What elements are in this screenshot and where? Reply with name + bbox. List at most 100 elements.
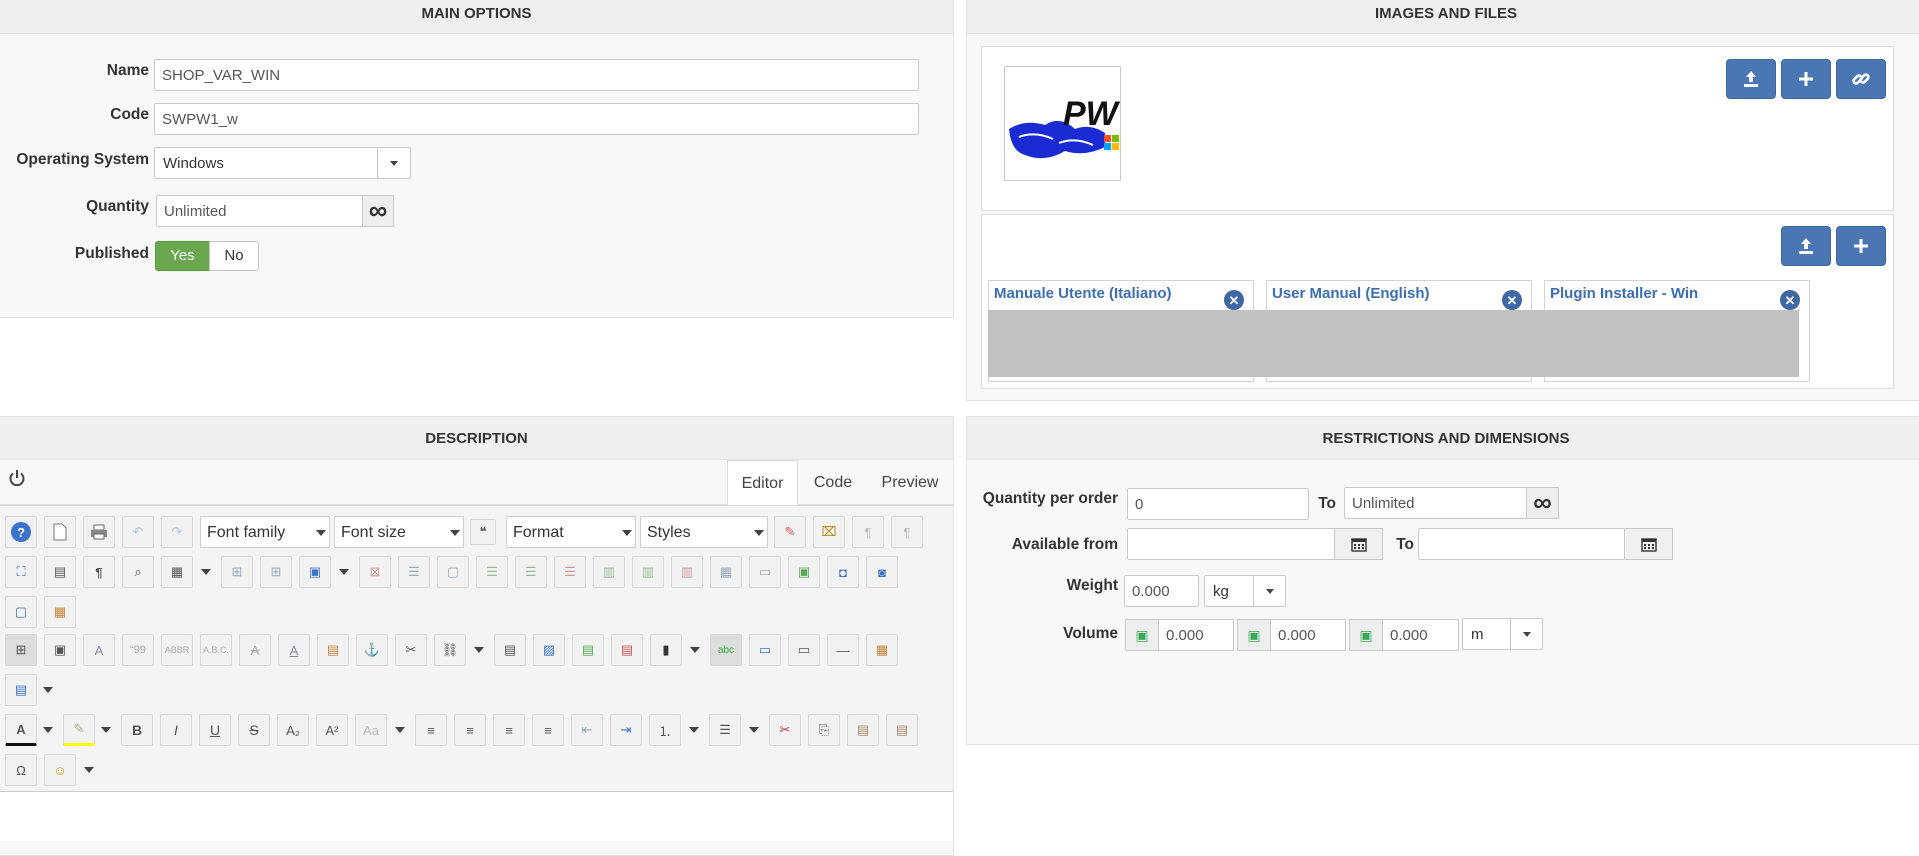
code-field[interactable] <box>154 103 919 135</box>
add-file-button[interactable] <box>1836 226 1886 266</box>
delete-col-icon[interactable]: ▥ <box>671 556 703 588</box>
absolute-icon[interactable]: ▢ <box>5 596 37 628</box>
volume-height-field[interactable] <box>1382 619 1459 651</box>
cut-icon[interactable]: ✂ <box>769 714 801 746</box>
read-more-icon[interactable]: ▭ <box>788 634 820 666</box>
chevron-down-icon[interactable] <box>337 556 351 588</box>
col-before-icon[interactable]: ▥ <box>593 556 625 588</box>
outdent-icon[interactable]: ⇤ <box>571 714 603 746</box>
remove-file-icon[interactable]: ▤ <box>611 634 643 666</box>
copy-icon[interactable]: ⎘ <box>808 714 840 746</box>
insert-col-after-icon[interactable]: ⊞ <box>260 556 292 588</box>
volume-width-field[interactable] <box>1270 619 1346 651</box>
align-right-icon[interactable]: ≡ <box>532 714 564 746</box>
insert-template-icon[interactable]: ▤ <box>5 674 37 706</box>
insert-layer-icon[interactable]: ▣ <box>788 556 820 588</box>
align-center-icon[interactable]: ≡ <box>454 714 486 746</box>
bold-icon[interactable]: B <box>121 714 153 746</box>
calendar-button[interactable] <box>1624 528 1673 560</box>
blocks-icon[interactable]: ▦ <box>866 634 898 666</box>
link-image-button[interactable] <box>1836 59 1886 99</box>
split-cells-icon[interactable]: ▭ <box>749 556 781 588</box>
file-name-link[interactable]: User Manual (English) <box>1272 285 1430 302</box>
row-icon[interactable]: ☰ <box>398 556 430 588</box>
chevron-down-icon[interactable] <box>687 714 701 746</box>
visual-aid-icon[interactable]: ⊞ <box>5 634 37 666</box>
font-size-select[interactable]: Font size <box>334 516 464 548</box>
paste-icon[interactable]: ▤ <box>847 714 879 746</box>
redo-icon[interactable]: ↷ <box>161 516 193 548</box>
text-color-icon[interactable]: A <box>5 714 37 746</box>
spellcheck-icon[interactable]: abc <box>710 634 742 666</box>
search-replace-icon[interactable]: ⌕ <box>122 556 154 588</box>
align-left-icon[interactable]: ≡ <box>493 714 525 746</box>
tab-preview[interactable]: Preview <box>874 460 946 505</box>
page-break-icon[interactable]: ▭ <box>749 634 781 666</box>
anchor-icon[interactable]: ⚓ <box>356 634 388 666</box>
name-field[interactable] <box>154 59 919 91</box>
chevron-down-icon[interactable] <box>393 714 407 746</box>
link-icon[interactable]: ⛓ <box>434 634 466 666</box>
chevron-down-icon[interactable] <box>688 634 702 666</box>
print-icon[interactable] <box>83 516 115 548</box>
insert-file-icon[interactable]: ▤ <box>572 634 604 666</box>
numbered-list-icon[interactable]: ⒈ <box>649 714 681 746</box>
file-name-link[interactable]: Plugin Installer - Win <box>1550 285 1698 302</box>
chevron-down-icon[interactable] <box>41 674 55 706</box>
italic-icon[interactable]: I <box>160 714 192 746</box>
row-before-icon[interactable]: ☰ <box>476 556 508 588</box>
weight-unit-select[interactable]: kg <box>1204 575 1286 607</box>
acronym-icon[interactable]: A.B.C. <box>200 634 232 666</box>
move-backward-icon[interactable]: ◙ <box>866 556 898 588</box>
text-case-icon[interactable]: Aa <box>355 714 387 746</box>
media-icon[interactable]: ▮ <box>650 634 682 666</box>
new-document-icon[interactable] <box>44 516 76 548</box>
chevron-down-icon[interactable] <box>472 634 486 666</box>
abbr-icon[interactable]: ABBR <box>161 634 193 666</box>
paste-text-icon[interactable]: ▤ <box>886 714 918 746</box>
font-family-select[interactable]: Font family <box>200 516 330 548</box>
ltr-icon[interactable]: ¶ <box>852 516 884 548</box>
unlink-icon[interactable]: ✂ <box>395 634 427 666</box>
available-from-field[interactable] <box>1127 528 1335 560</box>
cite-icon[interactable]: “99 <box>122 634 154 666</box>
bullet-list-icon[interactable]: ☰ <box>709 714 741 746</box>
chevron-down-icon[interactable] <box>747 714 761 746</box>
cell-icon[interactable]: ▢ <box>437 556 469 588</box>
upload-image-button[interactable] <box>1726 59 1776 99</box>
os-select[interactable]: Windows <box>154 147 411 179</box>
tab-editor[interactable]: Editor <box>727 460 798 506</box>
quantity-field[interactable] <box>156 195 363 227</box>
table-props-icon[interactable]: ▣ <box>299 556 331 588</box>
chevron-down-icon[interactable] <box>82 754 96 786</box>
table-icon[interactable]: ▦ <box>161 556 193 588</box>
volume-unit-select[interactable]: m <box>1462 618 1543 650</box>
col-after-icon[interactable]: ▥ <box>632 556 664 588</box>
remove-file-icon[interactable]: ✕ <box>1780 290 1800 310</box>
insert-date-icon[interactable]: ▦ <box>44 596 76 628</box>
rtl-icon[interactable]: ¶ <box>891 516 923 548</box>
highlight-color-icon[interactable]: ✎ <box>63 714 95 746</box>
upload-file-button[interactable] <box>1781 226 1831 266</box>
insert-image-icon[interactable]: ▨ <box>533 634 565 666</box>
unlimited-toggle-button[interactable]: ∞ <box>362 195 394 227</box>
delete-row-icon[interactable]: ☰ <box>554 556 586 588</box>
row-after-icon[interactable]: ☰ <box>515 556 547 588</box>
chevron-down-icon[interactable] <box>41 714 55 746</box>
insert-col-before-icon[interactable]: ⊞ <box>221 556 253 588</box>
volume-length-field[interactable] <box>1158 619 1234 651</box>
emoticon-icon[interactable]: ☺ <box>44 754 76 786</box>
ins-icon[interactable]: A <box>278 634 310 666</box>
image-icon[interactable]: ▣ <box>44 634 76 666</box>
qty-unlimited-button[interactable]: ∞ <box>1526 487 1559 519</box>
del-icon[interactable]: A <box>239 634 271 666</box>
editor-content-area[interactable] <box>0 792 953 841</box>
qty-to-field[interactable] <box>1344 487 1527 519</box>
help-icon[interactable]: ? <box>5 516 37 548</box>
file-manager-icon[interactable]: ▤ <box>494 634 526 666</box>
power-icon[interactable] <box>8 469 26 487</box>
pilcrow-icon[interactable]: ¶ <box>83 556 115 588</box>
tab-code[interactable]: Code <box>798 460 868 505</box>
available-to-field[interactable] <box>1418 528 1625 560</box>
indent-icon[interactable]: ⇥ <box>610 714 642 746</box>
